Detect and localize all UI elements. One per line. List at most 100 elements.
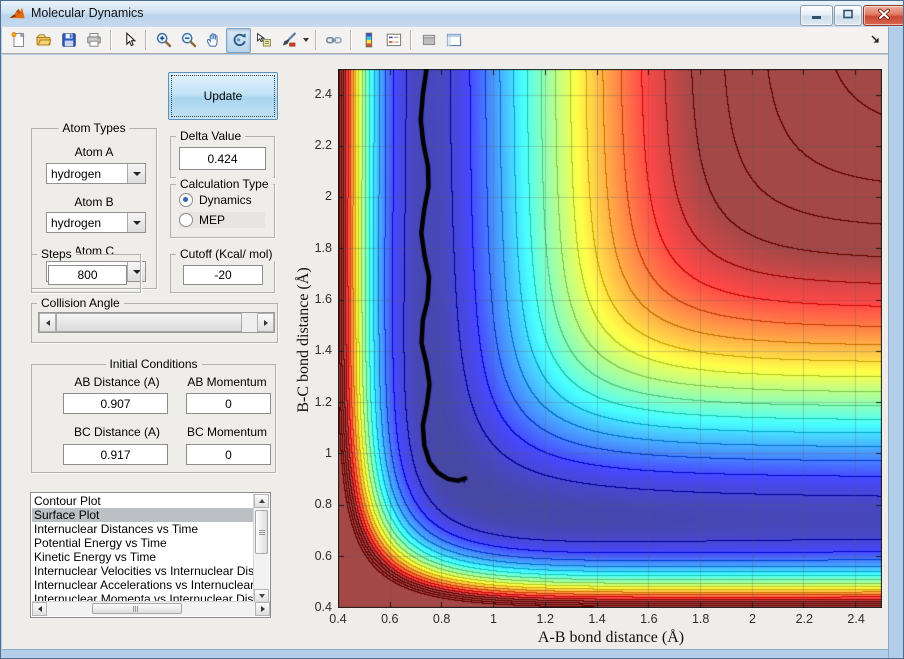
panel-title: Calculation Type	[176, 177, 273, 191]
bc-distance-field[interactable]	[63, 444, 168, 465]
panel-title: Delta Value	[176, 129, 246, 143]
atom-a-value: hydrogen	[51, 167, 102, 181]
pointer-icon	[125, 32, 136, 47]
zoom-out-button[interactable]	[176, 28, 201, 53]
rotate-3d-icon	[233, 33, 246, 47]
zoom-in-icon	[156, 32, 171, 48]
radio-mep[interactable]: MEP	[179, 212, 265, 228]
radio-selected-icon[interactable]	[179, 193, 193, 207]
panel-title: Cutoff (Kcal/ mol)	[176, 247, 277, 261]
print-icon	[86, 33, 101, 47]
scroll-up-button[interactable]	[254, 494, 269, 508]
atom-a-dropdown[interactable]: hydrogen	[46, 163, 146, 184]
rotate-3d-button[interactable]	[226, 27, 251, 53]
slider-thumb[interactable]	[56, 313, 242, 332]
cutoff-field[interactable]	[183, 265, 263, 285]
list-item[interactable]: Contour Plot	[32, 494, 255, 508]
vertical-scrollbar[interactable]	[253, 494, 269, 603]
insert-colorbar-button[interactable]	[356, 28, 381, 53]
insert-legend-icon	[386, 33, 401, 47]
zoom-in-button[interactable]	[151, 28, 176, 53]
atom-b-dropdown[interactable]: hydrogen	[46, 212, 146, 233]
radio-unselected-icon[interactable]	[179, 213, 193, 227]
data-cursor-icon	[256, 32, 271, 47]
close-button[interactable]	[863, 5, 903, 26]
scrollbar-thumb[interactable]	[255, 510, 268, 554]
insert-legend-button[interactable]	[381, 28, 406, 53]
brush-button[interactable]	[276, 28, 301, 53]
scroll-right-button[interactable]	[255, 602, 270, 616]
save-icon	[61, 33, 76, 47]
pointer-button[interactable]	[116, 28, 141, 53]
open-folder-button[interactable]	[31, 28, 56, 53]
scrollbar-thumb[interactable]	[92, 603, 182, 614]
title-bar[interactable]: Molecular Dynamics	[1, 1, 903, 27]
hide-plot-tools-icon	[422, 34, 435, 46]
right-arrow-icon	[260, 606, 265, 612]
steps-field[interactable]	[48, 265, 127, 285]
ab-distance-field[interactable]	[63, 393, 168, 414]
print-button[interactable]	[81, 28, 106, 53]
atom-b-value: hydrogen	[51, 216, 102, 230]
panel-title: Steps	[37, 247, 76, 261]
toolbar-overflow-icon[interactable]	[870, 32, 881, 50]
figure-toolbar	[2, 27, 903, 54]
restore-icon	[843, 9, 853, 19]
list-item[interactable]: Surface Plot	[32, 508, 255, 522]
toolbar-separator	[315, 30, 317, 50]
restore-button[interactable]	[834, 5, 862, 26]
left-arrow-icon	[45, 319, 50, 326]
brush-dropdown-caret[interactable]	[301, 29, 311, 52]
list-item[interactable]: Kinetic Energy vs Time	[32, 550, 255, 564]
y-axis-label: B-C bond distance (Å)	[295, 267, 312, 413]
link-plots-button[interactable]	[321, 28, 346, 53]
delta-value-panel: Delta Value	[170, 129, 275, 178]
update-button[interactable]: Update	[168, 72, 278, 120]
calculation-type-panel: Calculation Type Dynamics MEP	[170, 177, 275, 238]
bc-momentum-field[interactable]	[186, 444, 271, 465]
data-cursor-button[interactable]	[251, 28, 276, 53]
slider-right-arrow[interactable]	[257, 313, 274, 332]
x-tick-label: 0.4	[329, 612, 347, 626]
y-tick-label: 2.4	[314, 86, 332, 101]
show-plot-tools-icon	[446, 33, 461, 47]
list-item[interactable]: Internuclear Accelerations vs Internucle…	[32, 578, 255, 592]
pan-button[interactable]	[201, 28, 226, 53]
new-document-button[interactable]	[6, 28, 31, 53]
scroll-left-button[interactable]	[32, 602, 47, 616]
minimize-button[interactable]	[800, 5, 833, 26]
matlab-icon	[8, 5, 26, 23]
slider-left-arrow[interactable]	[39, 313, 56, 332]
list-item[interactable]: Internuclear Velocities vs Internuclear …	[32, 564, 255, 578]
x-tick-label: 1.6	[640, 612, 658, 626]
list-item[interactable]: Potential Energy vs Time	[32, 536, 255, 550]
window-bottom-border	[2, 649, 888, 658]
ab-momentum-field[interactable]	[186, 393, 271, 414]
right-arrow-icon	[263, 319, 268, 326]
brush-icon	[282, 32, 296, 47]
x-tick-label: 2	[748, 612, 756, 626]
ab-distance-label: AB Distance (A)	[74, 375, 160, 389]
listbox-items[interactable]: Contour Plot Surface Plot Internuclear Dis…	[32, 494, 255, 603]
horizontal-scrollbar[interactable]	[32, 601, 270, 616]
chevron-down-icon[interactable]	[127, 164, 145, 183]
chevron-down-icon[interactable]	[127, 213, 145, 232]
hide-plot-tools-button[interactable]	[416, 28, 441, 53]
close-icon	[878, 8, 890, 20]
delta-value-field[interactable]	[179, 147, 266, 170]
zoom-out-icon	[181, 32, 196, 48]
show-plot-tools-button[interactable]	[441, 28, 466, 53]
collision-angle-slider[interactable]	[38, 312, 275, 333]
x-tick-label: 1.8	[691, 612, 710, 626]
x-tick-label: 0.8	[432, 612, 451, 626]
pan-icon	[206, 33, 218, 47]
radio-dynamics[interactable]: Dynamics	[179, 192, 252, 208]
potential-energy-contour-plot[interactable]	[338, 69, 882, 608]
initial-conditions-panel: Initial Conditions AB Distance (A) AB Mo…	[31, 357, 276, 473]
save-button[interactable]	[56, 28, 81, 53]
toolbar-separator	[410, 30, 412, 50]
collision-angle-panel: Collision Angle	[31, 296, 278, 343]
list-item[interactable]: Internuclear Distances vs Time	[32, 522, 255, 536]
open-folder-icon	[35, 34, 51, 46]
plot-type-listbox[interactable]: Contour Plot Surface Plot Internuclear Dis…	[30, 492, 271, 618]
